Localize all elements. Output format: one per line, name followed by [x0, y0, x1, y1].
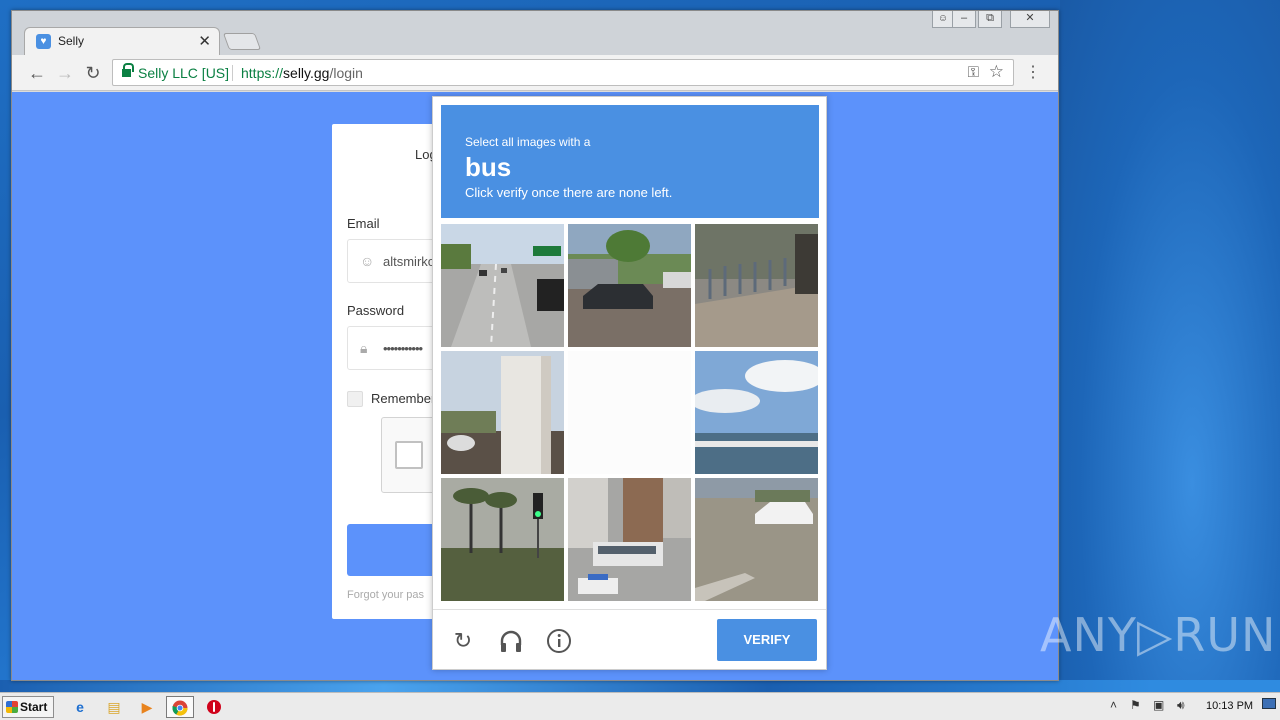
network-icon[interactable]: ▣ [1153, 698, 1164, 712]
browser-window: ♥ Selly ✕ ☺ – ⧉ ✕ ← → ↻ Selly LLC [US] h… [11, 10, 1059, 681]
antivirus-icon[interactable] [200, 696, 228, 718]
chrome-taskbar-icon[interactable] [166, 696, 194, 718]
taskbar: Start e ▤ ▶ ˄ ⚑ ▣ 🔊︎ 10:13 PM [0, 692, 1280, 720]
flag-icon[interactable]: ⚑ [1130, 698, 1141, 712]
remember-label: Remember [371, 391, 436, 406]
tab-title: Selly [58, 34, 85, 48]
minimize-button[interactable]: – [952, 11, 976, 28]
lock-icon [122, 63, 134, 78]
browser-tab[interactable]: ♥ Selly ✕ [24, 27, 220, 55]
url-host: selly.gg [283, 65, 330, 81]
menu-dots-icon[interactable]: ⋮ [1022, 62, 1044, 84]
desktop-background [1060, 0, 1280, 690]
tab-close-icon[interactable]: ✕ [198, 32, 211, 50]
captcha-header: Select all images with a bus Click verif… [441, 105, 819, 218]
reload-icon[interactable]: ↻ [82, 62, 104, 84]
url-text: https://selly.gg/login [241, 65, 363, 81]
forgot-password-link[interactable]: Forgot your pas [347, 589, 424, 601]
recaptcha-checkbox[interactable] [395, 441, 423, 469]
bookmark-star-icon[interactable]: ☆ [989, 62, 1004, 82]
ie-icon[interactable]: e [66, 696, 94, 718]
system-clock[interactable]: 10:13 PM [1206, 700, 1253, 712]
desktop-glow [0, 680, 1280, 692]
password-label: Password [347, 303, 405, 318]
captcha-tile-city-bus-street[interactable] [568, 478, 691, 601]
secure-org-label: Selly LLC [US] [138, 65, 230, 81]
browser-titlebar: ♥ Selly ✕ ☺ – ⧉ ✕ [12, 11, 1058, 55]
url-path: /login [329, 65, 363, 81]
user-icon: ☺ [360, 253, 375, 269]
key-icon[interactable]: ⚿ [968, 64, 979, 81]
close-window-button[interactable]: ✕ [1010, 11, 1050, 28]
anyrun-watermark: ANY▷RUN [1040, 608, 1277, 662]
captcha-grid [441, 224, 819, 602]
password-value: ••••••••••• [383, 341, 423, 356]
captcha-tile-street-parked-car[interactable] [568, 224, 691, 347]
email-label: Email [347, 216, 380, 231]
url-scheme: https:// [241, 65, 284, 81]
restore-button[interactable]: ⧉ [978, 11, 1002, 28]
captcha-tile-highway-cars[interactable] [441, 224, 564, 347]
headphones-icon[interactable] [498, 628, 524, 654]
explorer-folder-icon[interactable]: ▤ [100, 696, 128, 718]
page-viewport: Log Email ☺ altsmirko Password 🔒︎ ••••••… [12, 92, 1058, 680]
new-tab-button[interactable] [222, 33, 262, 50]
url-separator [232, 65, 233, 81]
captcha-tile-traffic-light-palms[interactable] [441, 478, 564, 601]
selly-favicon-icon: ♥ [36, 34, 51, 49]
tray-arrow-icon[interactable]: ˄ [1110, 698, 1117, 712]
show-desktop-icon[interactable] [1262, 698, 1276, 709]
start-button[interactable]: Start [2, 696, 54, 718]
captcha-challenge: Select all images with a bus Click verif… [432, 96, 827, 670]
profile-icon[interactable]: ☺ [932, 11, 954, 28]
email-value: altsmirko [383, 254, 436, 269]
start-label: Start [20, 700, 48, 714]
windows-logo-icon [6, 701, 18, 713]
captcha-tile-parking-lot-car[interactable] [695, 478, 818, 601]
refresh-icon[interactable]: ↻ [450, 628, 476, 654]
captcha-tile-building-roof[interactable] [441, 351, 564, 474]
volume-icon[interactable]: 🔊︎ [1177, 698, 1185, 713]
captcha-footer: ↻ VERIFY [433, 609, 826, 670]
media-player-icon[interactable]: ▶ [133, 696, 161, 718]
info-icon[interactable] [546, 628, 572, 654]
captcha-tile-blank-fading[interactable] [568, 351, 691, 474]
browser-toolbar: ← → ↻ Selly LLC [US] https://selly.gg/lo… [12, 55, 1058, 91]
verify-button[interactable]: VERIFY [717, 619, 817, 661]
padlock-icon: 🔒︎ [360, 340, 368, 356]
remember-checkbox[interactable] [347, 391, 363, 407]
address-bar[interactable]: Selly LLC [US] https://selly.gg/login ⚿ … [112, 59, 1014, 86]
forward-arrow-icon[interactable]: → [54, 62, 76, 84]
back-arrow-icon[interactable]: ← [26, 62, 48, 84]
captcha-prompt: Select all images with a [465, 135, 591, 149]
captcha-tile-bike-share-station[interactable] [695, 224, 818, 347]
captcha-instruction: Click verify once there are none left. [465, 185, 673, 200]
captcha-target: bus [465, 152, 512, 182]
captcha-tile-waterfront-boats[interactable] [695, 351, 818, 474]
